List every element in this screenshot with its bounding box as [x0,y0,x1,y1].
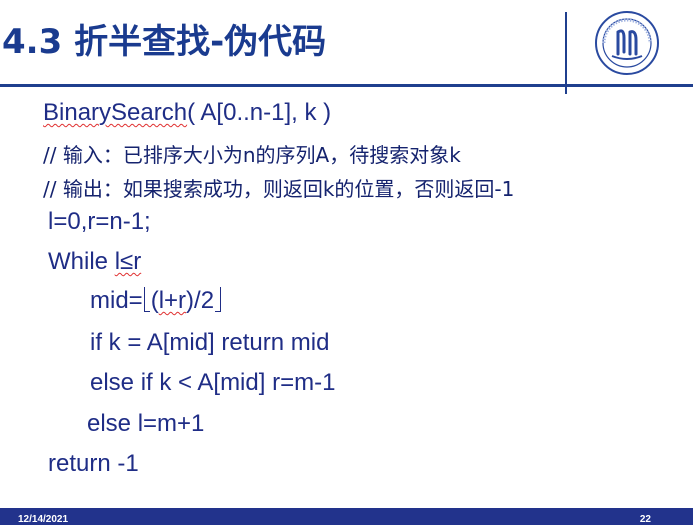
mid-vars: l+r [158,287,187,314]
header-divider [565,12,567,94]
title-underline [0,84,693,87]
while-keyword: While [48,248,115,275]
comment-output: // 输出：如果搜索成功，则返回k的位置，否则返回-1 [43,177,515,201]
while-line: While l≤r [48,248,141,276]
else-line: else l=m+1 [87,410,205,437]
footer-date: 12/14/2021 [18,514,69,525]
page-number: 22 [639,514,651,525]
comment-input: // 输入：已排序大小为n的序列A，待搜索对象k [43,143,461,167]
mid-line: mid= (l+r)/2 [90,287,222,315]
footer-bar: 12/14/2021 22 [0,508,693,525]
floor-left-bracket [143,287,150,312]
else-if-line: else if k < A[mid] r=m-1 [90,369,336,396]
mid-lhs: mid= [90,287,143,314]
mid-close: )/2 [186,287,215,314]
function-name: BinarySearch [43,99,188,126]
function-signature: BinarySearch( A[0..n-1], k ) [43,99,331,127]
init-line: l=0,r=n-1; [48,208,151,235]
slide-title: 4.3 折半查找-伪代码 [2,22,327,62]
if-line: if k = A[mid] return mid [90,329,330,356]
while-condition: l≤r [114,248,142,275]
return-line: return -1 [48,450,139,477]
university-seal-icon [595,11,659,75]
mid-open-paren: ( [150,287,159,314]
function-params: ( A[0..n-1], k ) [187,99,332,126]
floor-right-bracket [215,287,222,312]
